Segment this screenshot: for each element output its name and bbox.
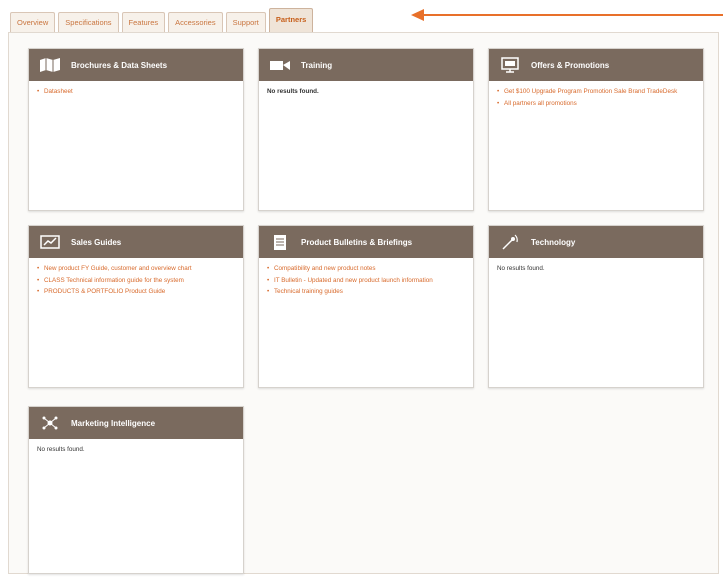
offers-link-1[interactable]: Get $100 Upgrade Program Promotion Sale … (497, 88, 695, 97)
card-sales-header: Sales Guides (29, 226, 243, 258)
marketing-empty-text: No results found. (37, 446, 85, 453)
product-link-3[interactable]: Technical training guides (267, 288, 465, 297)
tab-overview[interactable]: Overview (10, 12, 56, 32)
card-marketing-header: Marketing Intelligence (29, 407, 243, 439)
offers-link-2[interactable]: All partners all promotions (497, 100, 695, 109)
tab-accessories[interactable]: Accessories (168, 12, 223, 32)
sales-link-3[interactable]: PRODUCTS & PORTFOLIO Product Guide (37, 288, 235, 297)
tab-bar: Overview Specifications Features Accesso… (10, 8, 314, 32)
card-brochures-title: Brochures & Data Sheets (71, 60, 168, 70)
map-icon (39, 57, 61, 73)
card-product-header: Product Bulletins & Briefings (259, 226, 473, 258)
product-link-1[interactable]: Compatibility and new product notes (267, 265, 465, 274)
partners-panel: Brochures & Data Sheets Datasheet Traini… (8, 32, 719, 574)
card-technology-header: Technology (489, 226, 703, 258)
card-sales-title: Sales Guides (71, 237, 122, 247)
card-product-title: Product Bulletins & Briefings (301, 237, 413, 247)
card-offers-title: Offers & Promotions (531, 60, 610, 70)
display-icon (499, 57, 521, 73)
technology-empty-text: No results found. (497, 265, 545, 272)
tab-partners[interactable]: Partners (268, 8, 314, 32)
tab-features[interactable]: Features (121, 12, 166, 32)
presentation-icon (39, 234, 61, 250)
training-empty-text: No results found. (267, 88, 319, 95)
card-marketing-intelligence: Marketing Intelligence No results found. (28, 406, 244, 574)
card-training-title: Training (301, 60, 333, 70)
antenna-icon (499, 234, 521, 250)
video-icon (269, 57, 291, 73)
document-icon (269, 234, 291, 250)
pointer-arrow-icon (411, 9, 723, 21)
card-technology: Technology No results found. (488, 225, 704, 388)
card-offers: Offers & Promotions Get $100 Upgrade Pro… (488, 48, 704, 211)
card-brochures: Brochures & Data Sheets Datasheet (28, 48, 244, 211)
tab-support[interactable]: Support (225, 12, 266, 32)
sales-link-2[interactable]: CLASS Technical information guide for th… (37, 277, 235, 286)
tab-specifications[interactable]: Specifications (58, 12, 119, 32)
product-link-2[interactable]: IT Bulletin - Updated and new product la… (267, 277, 465, 286)
card-product-bulletins: Product Bulletins & Briefings Compatibil… (258, 225, 474, 388)
card-offers-header: Offers & Promotions (489, 49, 703, 81)
card-sales-guides: Sales Guides New product FY Guide, custo… (28, 225, 244, 388)
network-icon (39, 415, 61, 431)
sales-link-1[interactable]: New product FY Guide, customer and overv… (37, 265, 235, 274)
card-marketing-title: Marketing Intelligence (71, 418, 156, 428)
card-training: Training No results found. (258, 48, 474, 211)
brochures-link-datasheet[interactable]: Datasheet (37, 88, 235, 97)
card-technology-title: Technology (531, 237, 576, 247)
card-training-header: Training (259, 49, 473, 81)
card-brochures-header: Brochures & Data Sheets (29, 49, 243, 81)
